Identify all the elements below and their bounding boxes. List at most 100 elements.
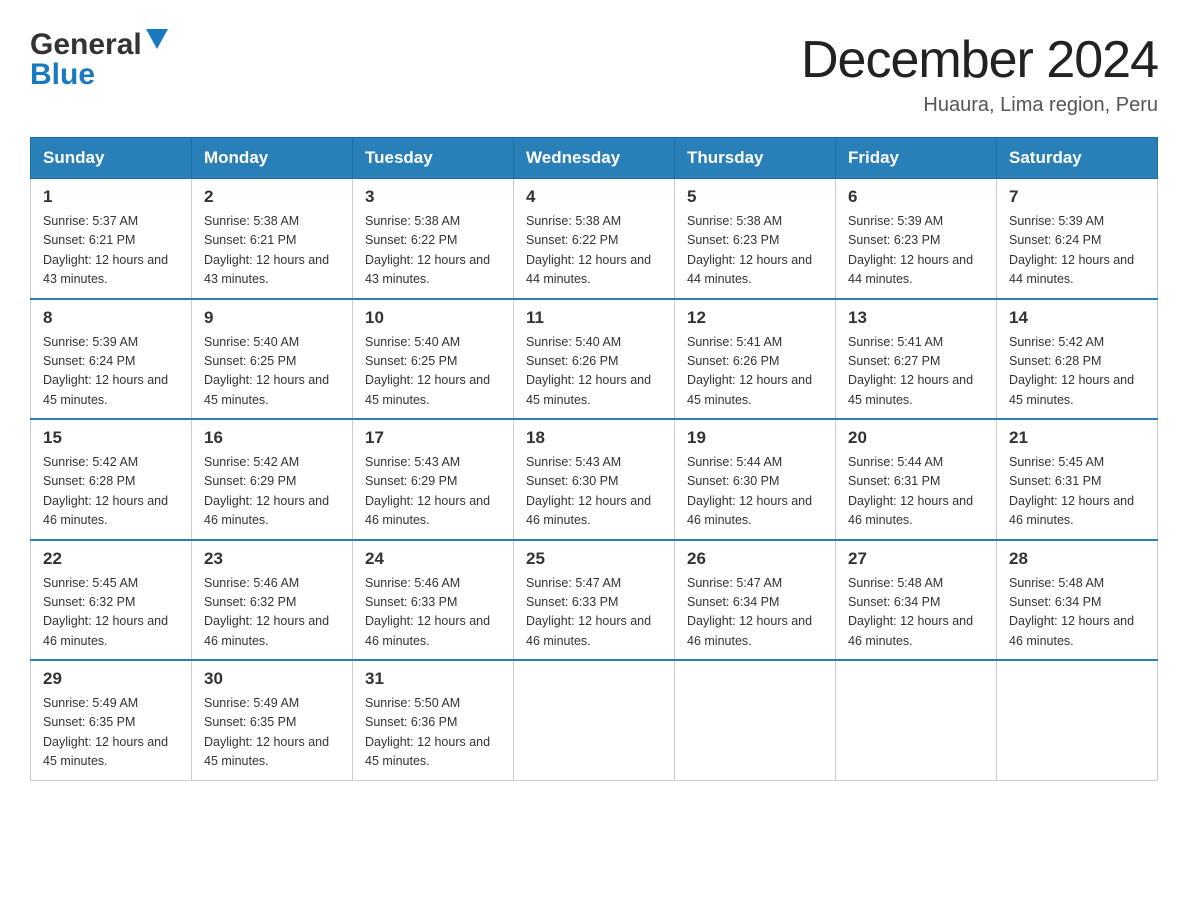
day-info: Sunrise: 5:48 AM Sunset: 6:34 PM Dayligh… — [848, 574, 984, 652]
day-info: Sunrise: 5:39 AM Sunset: 6:24 PM Dayligh… — [1009, 212, 1145, 290]
table-row: 27 Sunrise: 5:48 AM Sunset: 6:34 PM Dayl… — [836, 540, 997, 661]
logo-general-text: General — [30, 30, 142, 60]
day-info: Sunrise: 5:44 AM Sunset: 6:30 PM Dayligh… — [687, 453, 823, 531]
location-subtitle: Huaura, Lima region, Peru — [801, 94, 1158, 117]
header-saturday: Saturday — [997, 138, 1158, 179]
day-number: 28 — [1009, 549, 1145, 569]
day-info: Sunrise: 5:42 AM Sunset: 6:28 PM Dayligh… — [43, 453, 179, 531]
day-number: 31 — [365, 669, 501, 689]
day-number: 24 — [365, 549, 501, 569]
table-row: 15 Sunrise: 5:42 AM Sunset: 6:28 PM Dayl… — [31, 419, 192, 540]
calendar-week-row: 29 Sunrise: 5:49 AM Sunset: 6:35 PM Dayl… — [31, 660, 1158, 780]
day-info: Sunrise: 5:42 AM Sunset: 6:28 PM Dayligh… — [1009, 333, 1145, 411]
day-info: Sunrise: 5:45 AM Sunset: 6:31 PM Dayligh… — [1009, 453, 1145, 531]
day-number: 1 — [43, 187, 179, 207]
day-number: 14 — [1009, 308, 1145, 328]
day-info: Sunrise: 5:39 AM Sunset: 6:23 PM Dayligh… — [848, 212, 984, 290]
table-row: 14 Sunrise: 5:42 AM Sunset: 6:28 PM Dayl… — [997, 299, 1158, 420]
table-row: 20 Sunrise: 5:44 AM Sunset: 6:31 PM Dayl… — [836, 419, 997, 540]
calendar-table: Sunday Monday Tuesday Wednesday Thursday… — [30, 137, 1158, 781]
day-number: 30 — [204, 669, 340, 689]
day-info: Sunrise: 5:43 AM Sunset: 6:30 PM Dayligh… — [526, 453, 662, 531]
day-info: Sunrise: 5:40 AM Sunset: 6:26 PM Dayligh… — [526, 333, 662, 411]
day-number: 27 — [848, 549, 984, 569]
day-info: Sunrise: 5:47 AM Sunset: 6:34 PM Dayligh… — [687, 574, 823, 652]
logo-blue-text: Blue — [30, 58, 95, 91]
day-info: Sunrise: 5:48 AM Sunset: 6:34 PM Dayligh… — [1009, 574, 1145, 652]
header-sunday: Sunday — [31, 138, 192, 179]
day-number: 20 — [848, 428, 984, 448]
table-row: 7 Sunrise: 5:39 AM Sunset: 6:24 PM Dayli… — [997, 179, 1158, 299]
day-info: Sunrise: 5:46 AM Sunset: 6:33 PM Dayligh… — [365, 574, 501, 652]
table-row: 23 Sunrise: 5:46 AM Sunset: 6:32 PM Dayl… — [192, 540, 353, 661]
day-number: 16 — [204, 428, 340, 448]
day-info: Sunrise: 5:37 AM Sunset: 6:21 PM Dayligh… — [43, 212, 179, 290]
logo: General Blue — [30, 30, 168, 90]
logo-arrow-icon — [146, 29, 168, 49]
day-info: Sunrise: 5:42 AM Sunset: 6:29 PM Dayligh… — [204, 453, 340, 531]
day-number: 29 — [43, 669, 179, 689]
day-number: 12 — [687, 308, 823, 328]
day-number: 3 — [365, 187, 501, 207]
table-row: 31 Sunrise: 5:50 AM Sunset: 6:36 PM Dayl… — [353, 660, 514, 780]
day-number: 5 — [687, 187, 823, 207]
calendar-week-row: 22 Sunrise: 5:45 AM Sunset: 6:32 PM Dayl… — [31, 540, 1158, 661]
table-row: 18 Sunrise: 5:43 AM Sunset: 6:30 PM Dayl… — [514, 419, 675, 540]
day-info: Sunrise: 5:39 AM Sunset: 6:24 PM Dayligh… — [43, 333, 179, 411]
day-info: Sunrise: 5:43 AM Sunset: 6:29 PM Dayligh… — [365, 453, 501, 531]
day-number: 18 — [526, 428, 662, 448]
day-info: Sunrise: 5:38 AM Sunset: 6:22 PM Dayligh… — [526, 212, 662, 290]
table-row: 24 Sunrise: 5:46 AM Sunset: 6:33 PM Dayl… — [353, 540, 514, 661]
table-row: 13 Sunrise: 5:41 AM Sunset: 6:27 PM Dayl… — [836, 299, 997, 420]
table-row — [675, 660, 836, 780]
day-number: 17 — [365, 428, 501, 448]
header-tuesday: Tuesday — [353, 138, 514, 179]
calendar-week-row: 8 Sunrise: 5:39 AM Sunset: 6:24 PM Dayli… — [31, 299, 1158, 420]
day-number: 23 — [204, 549, 340, 569]
day-info: Sunrise: 5:40 AM Sunset: 6:25 PM Dayligh… — [204, 333, 340, 411]
table-row: 12 Sunrise: 5:41 AM Sunset: 6:26 PM Dayl… — [675, 299, 836, 420]
table-row: 6 Sunrise: 5:39 AM Sunset: 6:23 PM Dayli… — [836, 179, 997, 299]
day-number: 11 — [526, 308, 662, 328]
table-row: 9 Sunrise: 5:40 AM Sunset: 6:25 PM Dayli… — [192, 299, 353, 420]
day-number: 21 — [1009, 428, 1145, 448]
table-row: 28 Sunrise: 5:48 AM Sunset: 6:34 PM Dayl… — [997, 540, 1158, 661]
day-number: 9 — [204, 308, 340, 328]
table-row — [514, 660, 675, 780]
table-row: 8 Sunrise: 5:39 AM Sunset: 6:24 PM Dayli… — [31, 299, 192, 420]
day-number: 15 — [43, 428, 179, 448]
table-row: 5 Sunrise: 5:38 AM Sunset: 6:23 PM Dayli… — [675, 179, 836, 299]
day-info: Sunrise: 5:49 AM Sunset: 6:35 PM Dayligh… — [204, 694, 340, 772]
table-row: 2 Sunrise: 5:38 AM Sunset: 6:21 PM Dayli… — [192, 179, 353, 299]
table-row: 30 Sunrise: 5:49 AM Sunset: 6:35 PM Dayl… — [192, 660, 353, 780]
table-row — [997, 660, 1158, 780]
day-info: Sunrise: 5:41 AM Sunset: 6:27 PM Dayligh… — [848, 333, 984, 411]
day-number: 6 — [848, 187, 984, 207]
day-number: 19 — [687, 428, 823, 448]
day-number: 22 — [43, 549, 179, 569]
day-number: 13 — [848, 308, 984, 328]
day-number: 8 — [43, 308, 179, 328]
header-monday: Monday — [192, 138, 353, 179]
day-number: 26 — [687, 549, 823, 569]
day-info: Sunrise: 5:38 AM Sunset: 6:23 PM Dayligh… — [687, 212, 823, 290]
day-number: 7 — [1009, 187, 1145, 207]
day-info: Sunrise: 5:38 AM Sunset: 6:22 PM Dayligh… — [365, 212, 501, 290]
day-info: Sunrise: 5:47 AM Sunset: 6:33 PM Dayligh… — [526, 574, 662, 652]
day-info: Sunrise: 5:45 AM Sunset: 6:32 PM Dayligh… — [43, 574, 179, 652]
day-info: Sunrise: 5:50 AM Sunset: 6:36 PM Dayligh… — [365, 694, 501, 772]
day-info: Sunrise: 5:40 AM Sunset: 6:25 PM Dayligh… — [365, 333, 501, 411]
table-row: 17 Sunrise: 5:43 AM Sunset: 6:29 PM Dayl… — [353, 419, 514, 540]
header-thursday: Thursday — [675, 138, 836, 179]
day-number: 10 — [365, 308, 501, 328]
day-info: Sunrise: 5:41 AM Sunset: 6:26 PM Dayligh… — [687, 333, 823, 411]
header-wednesday: Wednesday — [514, 138, 675, 179]
table-row: 21 Sunrise: 5:45 AM Sunset: 6:31 PM Dayl… — [997, 419, 1158, 540]
header-friday: Friday — [836, 138, 997, 179]
page-header: General Blue December 2024 Huaura, Lima … — [30, 30, 1158, 117]
table-row: 3 Sunrise: 5:38 AM Sunset: 6:22 PM Dayli… — [353, 179, 514, 299]
calendar-header-row: Sunday Monday Tuesday Wednesday Thursday… — [31, 138, 1158, 179]
table-row: 10 Sunrise: 5:40 AM Sunset: 6:25 PM Dayl… — [353, 299, 514, 420]
table-row: 25 Sunrise: 5:47 AM Sunset: 6:33 PM Dayl… — [514, 540, 675, 661]
day-info: Sunrise: 5:49 AM Sunset: 6:35 PM Dayligh… — [43, 694, 179, 772]
